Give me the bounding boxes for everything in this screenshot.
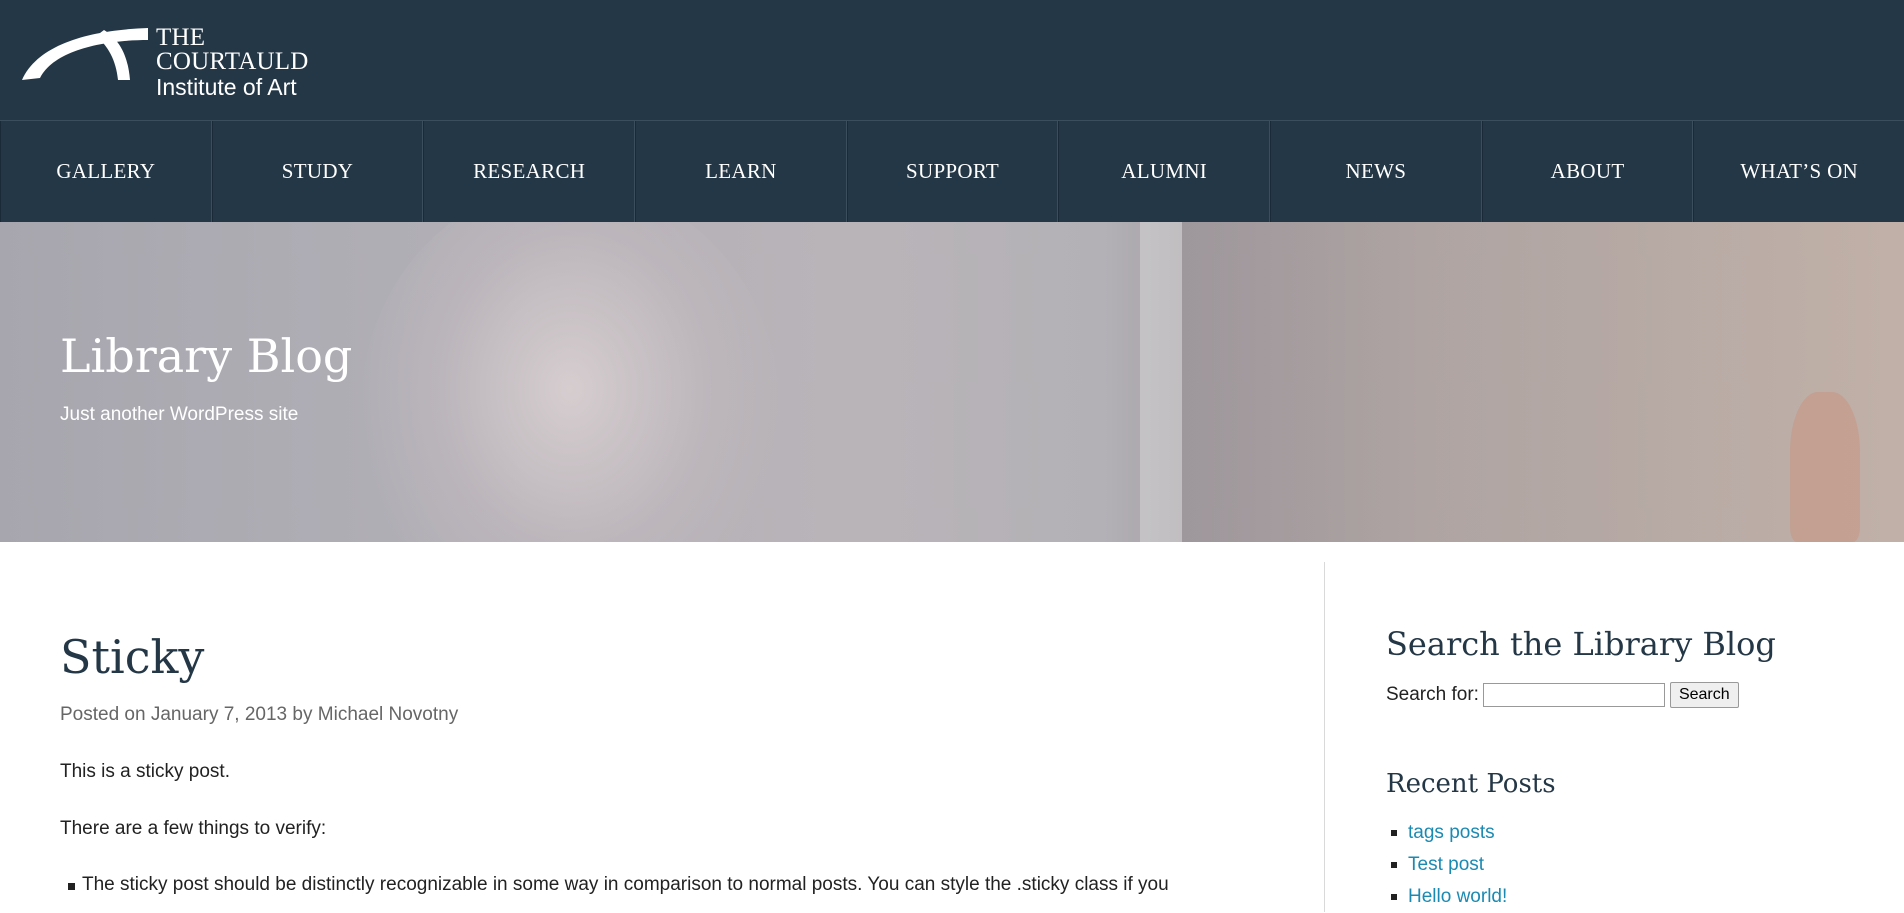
sidebar-divider	[1324, 562, 1325, 912]
search-label: Search for:	[1386, 684, 1479, 705]
search-form: Search for: Search	[1386, 682, 1739, 708]
bullet-icon	[68, 883, 75, 890]
nav-item-study[interactable]: STUDY	[211, 121, 424, 222]
nav-item-alumni[interactable]: ALUMNI	[1058, 121, 1271, 222]
site-tagline: Just another WordPress site	[60, 404, 299, 425]
bullet-icon	[1391, 894, 1397, 900]
nav-item-whats-on[interactable]: WHAT’S ON	[1693, 121, 1904, 222]
hero-background-stripe	[1140, 222, 1182, 542]
nav-item-research[interactable]: RESEARCH	[423, 121, 636, 222]
bullet-icon	[1391, 830, 1397, 836]
logo-line-2: COURTAULD	[156, 48, 309, 75]
list-item: Test post	[1386, 849, 1507, 881]
post-author-link[interactable]: Michael Novotny	[318, 704, 458, 725]
post-meta-prefix: Posted on	[60, 704, 146, 725]
nav-item-support[interactable]: SUPPORT	[846, 121, 1059, 222]
nav-item-about[interactable]: ABOUT	[1481, 121, 1694, 222]
recent-post-link[interactable]: Test post	[1408, 854, 1484, 875]
search-button[interactable]: Search	[1669, 682, 1739, 708]
main-nav: GALLERY STUDY RESEARCH LEARN SUPPORT ALU…	[0, 120, 1904, 222]
list-item: Hello world!	[1386, 881, 1507, 913]
search-input[interactable]	[1482, 683, 1665, 707]
post-date-link[interactable]: January 7, 2013	[151, 704, 287, 725]
site-title[interactable]: Library Blog	[60, 326, 352, 386]
content-area: Sticky Posted on January 7, 2013 by Mich…	[0, 542, 1904, 912]
hero-background-hand	[1790, 392, 1860, 542]
recent-post-link[interactable]: Hello world!	[1408, 886, 1507, 907]
hero-background-portrait	[360, 222, 780, 542]
list-item-text: The sticky post should be distinctly rec…	[82, 874, 1169, 895]
recent-post-link[interactable]: tags posts	[1408, 822, 1495, 843]
nav-item-gallery[interactable]: GALLERY	[0, 121, 212, 222]
post-paragraph: There are a few things to verify:	[60, 818, 327, 839]
post-title[interactable]: Sticky	[60, 627, 204, 687]
post-meta-by: by	[292, 704, 313, 725]
hero-banner: Library Blog Just another WordPress site	[0, 222, 1904, 542]
post-paragraph: This is a sticky post.	[60, 761, 230, 782]
nav-item-learn[interactable]: LEARN	[635, 121, 847, 222]
recent-posts-list: tags posts Test post Hello world!	[1386, 817, 1507, 913]
search-widget-title: Search the Library Blog	[1386, 625, 1776, 663]
bullet-icon	[1391, 862, 1397, 868]
logo-line-3: Institute of Art	[156, 74, 297, 100]
list-item: tags posts	[1386, 817, 1507, 849]
logo-line-1: THE	[156, 24, 206, 51]
nav-item-news[interactable]: NEWS	[1270, 121, 1482, 222]
site-header: THE COURTAULD Institute of Art	[0, 0, 1904, 120]
arch-logo-icon	[22, 28, 148, 80]
recent-posts-title: Recent Posts	[1386, 769, 1556, 799]
post-meta: Posted on January 7, 2013 by Michael Nov…	[60, 702, 458, 728]
courtauld-logo[interactable]: THE COURTAULD Institute of Art	[20, 22, 350, 102]
